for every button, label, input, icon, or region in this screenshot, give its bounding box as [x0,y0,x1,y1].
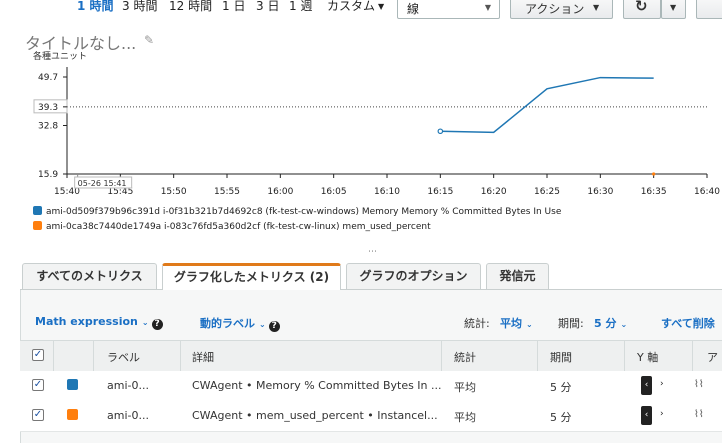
x-tick-label: 16:00 [267,187,293,197]
period-label: 期間: [558,317,584,330]
chevron-down-icon: ⌄ [259,320,266,329]
legend-swatch [33,206,42,215]
resize-grip-icon[interactable]: ⋯ [368,247,378,257]
column-divider [93,341,94,371]
x-tick-label: 16:05 [321,187,347,197]
header-details: 詳細 [192,351,214,364]
x-tick-label: 15:55 [214,187,240,197]
table-row[interactable]: ✓ ami-0... CWAgent • Memory % Committed … [20,371,722,402]
table-header: ✓ ラベル 詳細 統計 期間 Y 軸 ア [20,340,722,372]
series-color-swatch[interactable] [67,379,78,390]
row-checkbox[interactable]: ✓ [32,379,44,391]
column-divider [537,341,538,371]
y-axis-right-icon[interactable]: › [660,379,664,389]
math-expression-dropdown[interactable]: Math expression ⌄? [35,315,163,330]
stat-label: 統計: [464,317,490,330]
series-color-swatch[interactable] [67,409,78,420]
legend-item-linux[interactable]: ami-0ca38c7440de1749a i-083c76fd5a360d2c… [33,221,431,232]
x-tick-label: 16:15 [427,187,453,197]
x-tick-label: 16:30 [587,187,613,197]
tab-graphed-metrics[interactable]: グラフ化したメトリクス (2) [162,263,341,290]
column-divider [53,341,54,371]
header-label: ラベル [107,351,140,364]
row-details: CWAgent • mem_used_percent • Instancel..… [192,409,438,422]
row-details: CWAgent • Memory % Committed Bytes In ..… [192,379,442,392]
chevron-down-icon: ⌄ [141,318,149,327]
row-label[interactable]: ami-0... [107,379,149,392]
row-stat[interactable]: 平均 [454,409,476,425]
sparkline-icon[interactable]: ⌇⌇ [694,379,704,390]
legend-swatch [33,221,42,230]
tab-graph-options[interactable]: グラフのオプション [346,263,481,289]
column-divider [692,341,693,371]
dynamic-label-label: 動的ラベル [200,317,255,330]
row-stat[interactable]: 平均 [454,379,476,395]
remove-all-link[interactable]: すべて削除 [661,315,715,331]
x-tick-label: 16:20 [481,187,507,197]
series-start-point-0 [437,128,444,135]
help-icon[interactable]: ? [268,321,280,332]
y-axis-left-icon[interactable]: ‹ [641,406,652,425]
math-expression-label: Math expression [35,315,138,328]
period-value: 5 分 [594,317,617,330]
x-tick-label: 16:40 [694,187,720,197]
y-tick-label: 15.9 [38,170,58,180]
row-label[interactable]: ami-0... [107,409,149,422]
series-line-0 [440,76,654,134]
metrics-toolbar: Math expression ⌄? 動的ラベル ⌄? 統計: 平均 ⌄ 期間: 5 … [20,306,722,338]
y-axis-right-icon[interactable]: › [660,409,664,419]
column-divider [180,341,181,371]
y-tick-label: 49.7 [38,73,58,83]
header-actions: ア [707,351,718,364]
row-period[interactable]: 5 分 [550,409,572,425]
sparkline-icon[interactable]: ⌇⌇ [694,409,704,420]
line-chart: 15.932.839.349.7 15:40 15:45 15:50 15:55 16:… [33,67,720,197]
help-icon[interactable]: ? [151,319,163,330]
dynamic-label-dropdown[interactable]: 動的ラベル ⌄? [200,315,280,332]
legend-label: ami-0ca38c7440de1749a i-083c76fd5a360d2c… [46,222,431,232]
tab-source[interactable]: 発信元 [486,263,549,289]
column-divider [441,341,442,371]
stat-dropdown[interactable]: 平均 ⌄ [500,315,533,331]
row-period[interactable]: 5 分 [550,379,572,395]
chevron-down-icon: ⌄ [620,320,628,329]
row-checkbox[interactable]: ✓ [32,409,44,421]
y-axis-left-icon[interactable]: ‹ [641,376,652,395]
table-row[interactable]: ✓ ami-0... CWAgent • mem_used_percent • … [20,401,722,432]
x-tick-label: 15:50 [161,187,187,197]
y-tick-label: 32.8 [38,122,58,132]
x-tick-label: 16:35 [641,187,667,197]
header-stat: 統計 [454,351,476,364]
x-tick-label: 16:25 [534,187,560,197]
select-all-checkbox[interactable]: ✓ [32,349,44,361]
legend-label: ami-0d509f379b96c391d i-0f31b321b7d4692c… [46,207,562,217]
x-tick-label: 16:10 [374,187,400,197]
column-divider [624,341,625,371]
tab-all-metrics[interactable]: すべてのメトリクス [22,263,157,289]
chevron-down-icon: ⌄ [526,320,533,329]
cursor-tooltip: 05-26 15:41 [78,179,127,188]
header-yaxis: Y 軸 [637,351,659,364]
header-period: 期間 [550,351,572,364]
period-dropdown[interactable]: 5 分 ⌄ [594,315,627,331]
stat-value: 平均 [500,317,522,330]
legend-item-windows[interactable]: ami-0d509f379b96c391d i-0f31b321b7d4692c… [33,206,561,217]
series-point-1 [652,172,656,176]
y-tick-label: 39.3 [38,103,58,113]
